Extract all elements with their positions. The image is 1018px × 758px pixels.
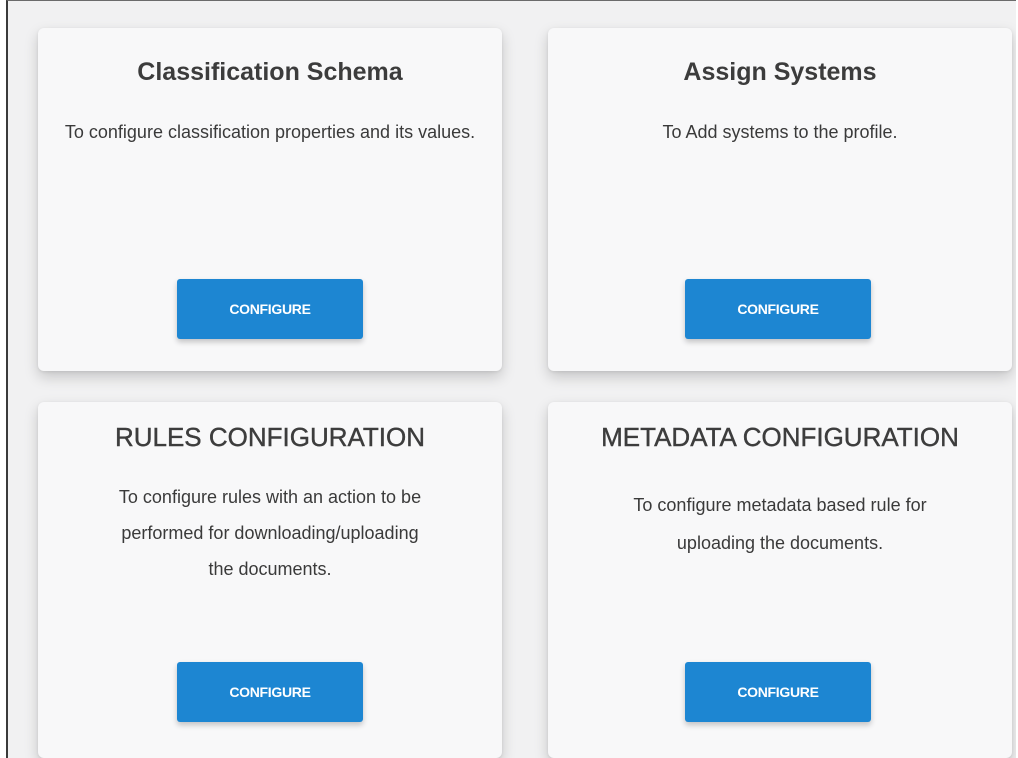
assign-systems-card: Assign Systems To Add systems to the pro…	[548, 28, 1012, 371]
configure-button[interactable]: CONFIGURE	[177, 279, 363, 339]
configure-button[interactable]: CONFIGURE	[177, 662, 363, 722]
card-description: To configure classification properties a…	[64, 122, 476, 142]
configure-button[interactable]: CONFIGURE	[685, 279, 871, 339]
card-title: RULES CONFIGURATION	[114, 422, 426, 452]
rules-configuration-card: RULES CONFIGURATION To configure rules w…	[38, 402, 502, 758]
card-description: To Add systems to the profile.	[662, 122, 898, 142]
card-description: To configure metadata based rule for upl…	[633, 495, 927, 553]
classification-schema-card: Classification Schema To configure class…	[38, 28, 502, 371]
configure-button[interactable]: CONFIGURE	[685, 662, 871, 722]
configuration-panel: Classification Schema To configure class…	[6, 0, 1016, 758]
card-title: Assign Systems	[683, 58, 877, 86]
metadata-configuration-card: METADATA CONFIGURATION To configure meta…	[548, 402, 1012, 758]
card-description: To configure rules with an action to be …	[118, 487, 422, 579]
card-title: Classification Schema	[137, 58, 403, 86]
card-title: METADATA CONFIGURATION	[601, 422, 959, 452]
